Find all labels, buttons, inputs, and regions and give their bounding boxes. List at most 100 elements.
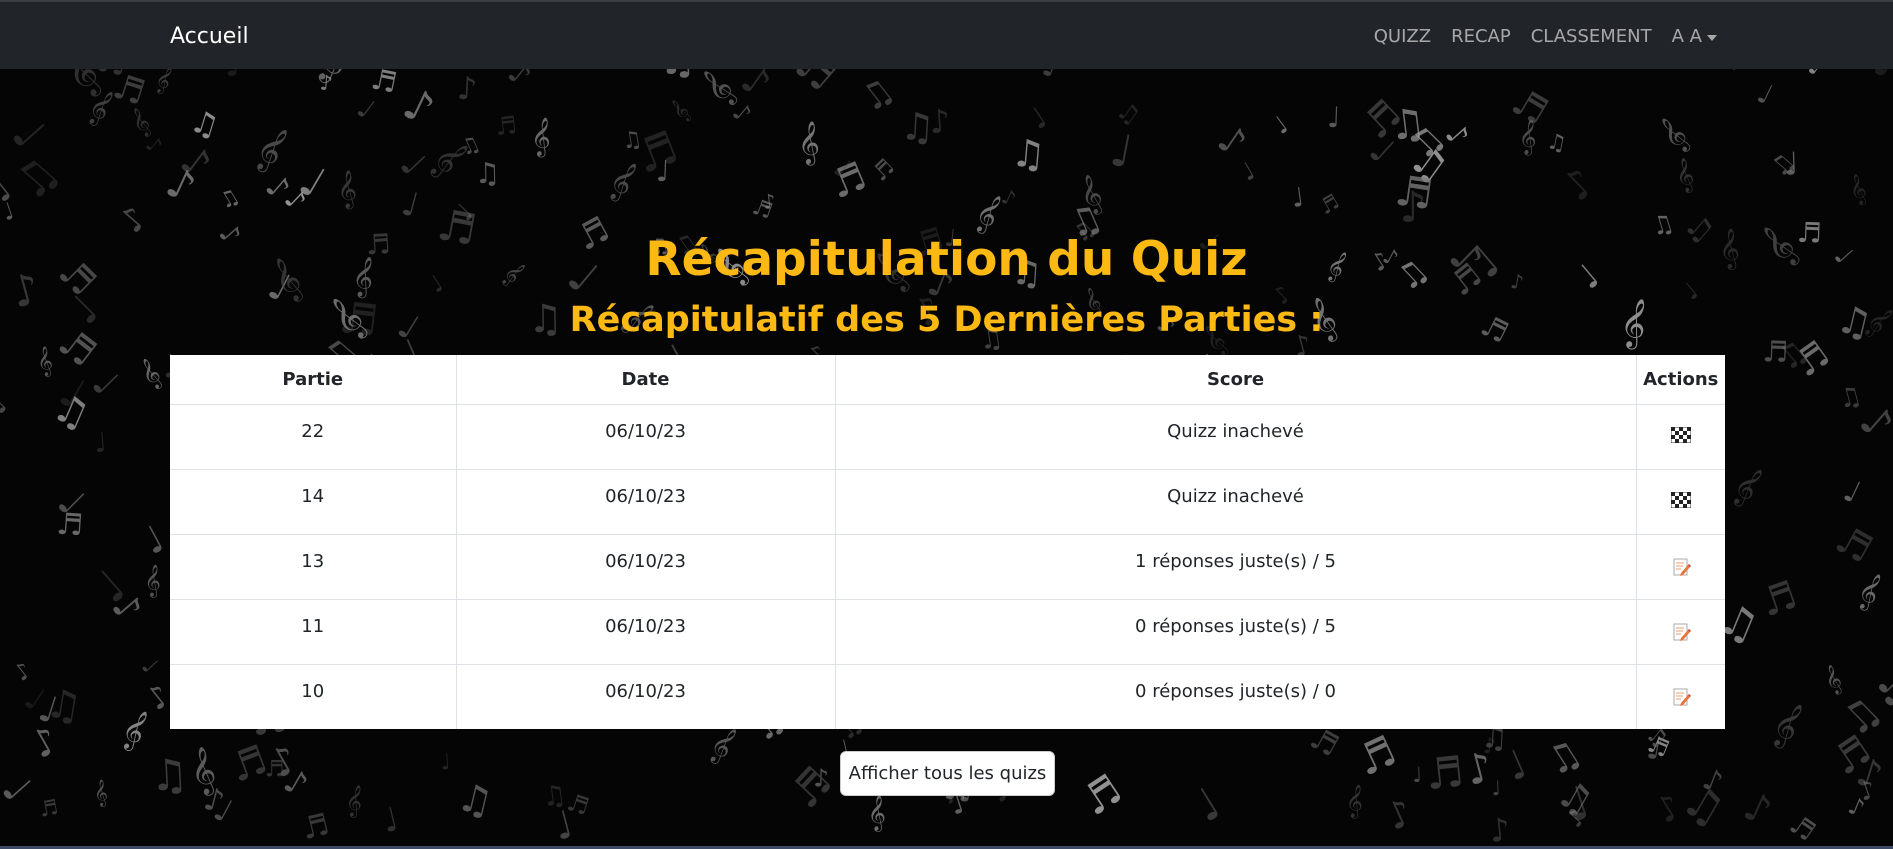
music-note-decoration: ♪	[1483, 734, 1497, 759]
show-all-quizzes-button[interactable]: Afficher tous les quizs	[840, 751, 1055, 796]
music-note-decoration: ♬	[1828, 517, 1880, 573]
user-menu-label: A A	[1671, 26, 1702, 47]
music-note-decoration: ♩	[398, 183, 423, 225]
music-note-decoration: ♪	[395, 79, 442, 136]
music-note-decoration: ♬	[1784, 809, 1821, 848]
table-row: 11 06/10/23 0 réponses juste(s) / 5	[170, 599, 1725, 665]
music-note-decoration: ♩	[379, 800, 403, 840]
music-note-decoration: ♪	[1737, 784, 1778, 835]
music-note-decoration: ♫	[1545, 129, 1569, 157]
music-note-decoration: ♫	[1009, 132, 1047, 179]
cell-partie: 22	[170, 404, 457, 470]
music-note-decoration: ♬	[1072, 764, 1130, 825]
cell-date: 06/10/23	[456, 599, 836, 665]
music-note-decoration: 𝄞	[344, 783, 365, 819]
checkered-flag-icon[interactable]	[1670, 491, 1692, 513]
table-row: 13 06/10/23 1 réponses juste(s) / 5	[170, 534, 1725, 600]
cell-partie: 14	[170, 469, 457, 535]
header-partie: Partie	[170, 355, 457, 405]
brand-home-link[interactable]: Accueil	[170, 24, 249, 49]
music-note-decoration: ♬	[1392, 166, 1436, 220]
music-note-decoration: 𝄞	[1852, 569, 1886, 614]
music-note-decoration: ♩	[291, 156, 334, 209]
music-note-decoration: ♩	[136, 517, 172, 563]
checkered-flag-icon[interactable]	[1670, 426, 1692, 448]
nav-link-classement[interactable]: CLASSEMENT	[1531, 26, 1652, 47]
music-note-decoration: 𝄞	[144, 563, 161, 597]
music-note-decoration: 𝄞	[603, 157, 643, 205]
music-note-decoration: 𝄞	[116, 705, 153, 754]
cell-actions	[1636, 534, 1725, 600]
nav-links: QUIZZ RECAP CLASSEMENT A A	[1354, 26, 1717, 47]
music-note-decoration: 𝄞	[703, 722, 742, 767]
music-note-decoration: ♬	[298, 807, 333, 847]
cell-date: 06/10/23	[456, 664, 836, 729]
edit-document-icon[interactable]	[1671, 687, 1691, 712]
cell-actions	[1636, 664, 1725, 729]
music-note-decoration: 𝄞	[1344, 783, 1365, 820]
music-note-decoration: ♩	[1236, 156, 1260, 187]
cell-score: 0 réponses juste(s) / 0	[835, 664, 1637, 729]
cell-score: 1 réponses juste(s) / 5	[835, 534, 1637, 600]
music-note-decoration: ♬	[37, 795, 60, 822]
music-note-decoration: ♩	[655, 154, 670, 189]
music-note-decoration: ♪	[159, 158, 203, 213]
music-note-decoration: ♫	[186, 103, 223, 146]
table-row: 14 06/10/23 Quizz inachevé	[170, 469, 1725, 535]
music-note-decoration: ♫	[215, 184, 245, 215]
music-note-decoration: 𝄞	[248, 121, 294, 176]
cell-actions	[1636, 404, 1725, 470]
music-note-decoration: ♪	[762, 189, 777, 214]
music-note-decoration: ♩	[1290, 182, 1306, 214]
music-note-decoration: ♫	[1386, 98, 1428, 150]
music-note-decoration: ♪	[1553, 159, 1604, 211]
music-note-decoration: 𝄞	[1820, 662, 1845, 697]
music-note-decoration: 𝄞	[1672, 156, 1697, 195]
music-note-decoration: ♪	[998, 184, 1020, 211]
music-note-decoration: 𝄞	[1726, 462, 1769, 511]
cell-score: 0 réponses juste(s) / 5	[835, 599, 1637, 665]
music-note-decoration: ♫	[149, 750, 190, 802]
music-note-decoration: 𝄞	[1653, 114, 1695, 158]
user-menu-dropdown[interactable]: A A	[1672, 26, 1717, 47]
music-note-decoration: ♫	[899, 104, 936, 151]
music-note-decoration: ♫	[1835, 380, 1865, 415]
music-note-decoration: ♬	[1888, 142, 1893, 184]
navbar: Accueil QUIZZ RECAP CLASSEMENT A A	[0, 0, 1893, 69]
music-note-decoration: ♩	[0, 388, 14, 420]
music-note-decoration: ♩	[1185, 778, 1229, 832]
cell-partie: 10	[170, 664, 457, 729]
music-note-decoration: ♩	[136, 653, 162, 679]
music-note-decoration: ♬	[1755, 573, 1803, 627]
edit-document-icon[interactable]	[1671, 622, 1691, 647]
music-note-decoration: ♪	[9, 657, 36, 686]
music-note-decoration: ♩	[1752, 78, 1777, 112]
nav-link-recap[interactable]: RECAP	[1451, 26, 1511, 47]
music-note-decoration: ♪	[1380, 790, 1419, 839]
music-note-decoration: ♫	[474, 156, 500, 190]
music-note-decoration: ♪	[1210, 116, 1255, 166]
music-note-decoration: ♬	[1423, 748, 1466, 801]
cell-score: Quizz inachevé	[835, 469, 1637, 535]
music-note-decoration: ♬	[1315, 189, 1343, 219]
music-note-decoration: ♩	[1412, 763, 1423, 787]
music-note-decoration: ♬	[1349, 726, 1404, 786]
music-note-decoration: ♬	[780, 757, 842, 818]
table-row: 10 06/10/23 0 réponses juste(s) / 0	[170, 664, 1725, 729]
music-note-decoration: ♩	[1327, 100, 1342, 134]
music-note-decoration: ♩	[1268, 111, 1294, 140]
music-note-decoration: 𝄞	[93, 780, 109, 808]
cell-date: 06/10/23	[456, 469, 836, 535]
music-note-decoration: 𝄞	[868, 795, 886, 832]
music-note-decoration: ♩	[1023, 100, 1053, 136]
music-note-decoration: ♪	[456, 71, 478, 108]
edit-document-icon[interactable]	[1671, 557, 1691, 582]
cell-date: 06/10/23	[456, 404, 836, 470]
nav-link-quizz[interactable]: QUIZZ	[1374, 26, 1431, 47]
music-note-decoration: ♩	[1783, 146, 1799, 182]
music-note-decoration: ♩	[0, 767, 40, 811]
music-note-decoration: ♩	[1106, 123, 1137, 179]
table-row: 22 06/10/23 Quizz inachevé	[170, 404, 1725, 470]
music-note-decoration: 𝄞	[530, 116, 553, 159]
music-note-decoration: ♬	[1504, 79, 1555, 134]
